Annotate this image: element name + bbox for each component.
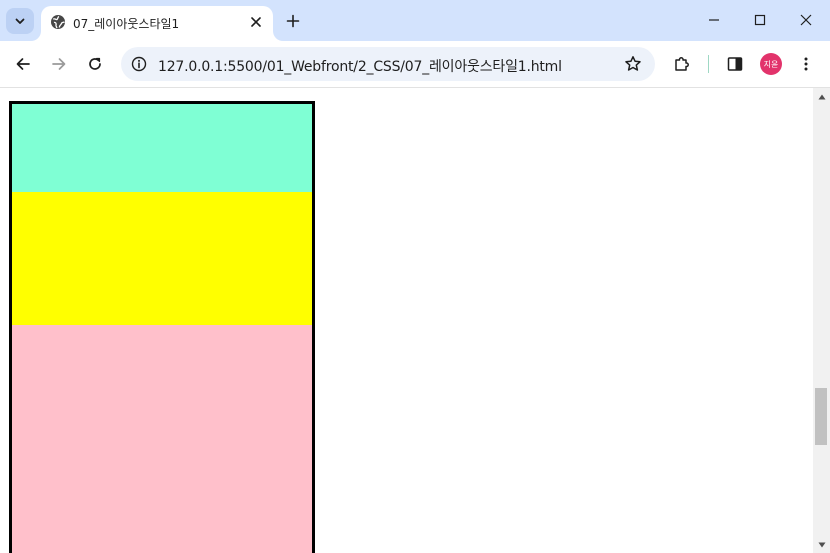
browser-window: 07_레이아웃스타일1 127.0.0.1:5500/01_Webfront/2… [0, 0, 830, 553]
reload-button[interactable] [81, 50, 109, 78]
close-window-button[interactable] [783, 0, 829, 40]
menu-button[interactable] [792, 50, 820, 78]
url-text[interactable]: 127.0.0.1:5500/01_Webfront/2_CSS/07_레이아웃… [158, 56, 562, 76]
tab-strip: 07_레이아웃스타일1 [0, 0, 830, 41]
layout-container [9, 101, 315, 553]
extensions-button[interactable] [668, 50, 696, 78]
scroll-down-button[interactable] [813, 536, 830, 553]
new-tab-button[interactable] [282, 10, 304, 32]
maximize-button[interactable] [737, 0, 783, 40]
site-info-button[interactable] [129, 54, 149, 74]
tab-close-button[interactable] [247, 13, 265, 31]
scroll-thumb[interactable] [815, 388, 827, 445]
minimize-button[interactable] [691, 0, 737, 40]
active-tab[interactable]: 07_레이아웃스타일1 [41, 6, 273, 41]
address-bar[interactable]: 127.0.0.1:5500/01_Webfront/2_CSS/07_레이아웃… [121, 47, 655, 81]
info-icon [131, 56, 147, 72]
browser-toolbar: 127.0.0.1:5500/01_Webfront/2_CSS/07_레이아웃… [0, 41, 830, 88]
chevron-down-icon [15, 18, 25, 24]
toolbar-separator [708, 55, 709, 73]
side-panel-icon [727, 57, 743, 71]
bookmark-button[interactable] [623, 54, 643, 74]
profile-avatar[interactable]: 지윤 [760, 53, 782, 75]
back-button[interactable] [9, 50, 37, 78]
arrow-right-icon [52, 58, 66, 70]
plus-icon [286, 14, 300, 28]
puzzle-icon [675, 57, 689, 71]
page-viewport [0, 88, 813, 553]
close-window-icon [800, 14, 812, 26]
pink-box [12, 325, 312, 553]
vertical-scrollbar[interactable] [813, 88, 830, 553]
globe-icon [51, 15, 65, 29]
side-panel-button[interactable] [721, 50, 749, 78]
star-icon [625, 56, 641, 71]
arrow-left-icon [16, 58, 30, 70]
triangle-down-icon [818, 542, 825, 547]
forward-button[interactable] [45, 50, 73, 78]
close-icon [251, 17, 261, 27]
tab-search-button[interactable] [6, 8, 34, 34]
aquamarine-box [12, 104, 312, 192]
yellow-box [12, 192, 312, 325]
tab-title: 07_레이아웃스타일1 [73, 17, 180, 31]
minimize-icon [709, 19, 719, 21]
maximize-icon [754, 14, 766, 26]
triangle-up-icon [818, 94, 825, 99]
reload-icon [89, 57, 101, 70]
more-vert-icon [804, 57, 808, 71]
scroll-up-button[interactable] [813, 88, 830, 105]
